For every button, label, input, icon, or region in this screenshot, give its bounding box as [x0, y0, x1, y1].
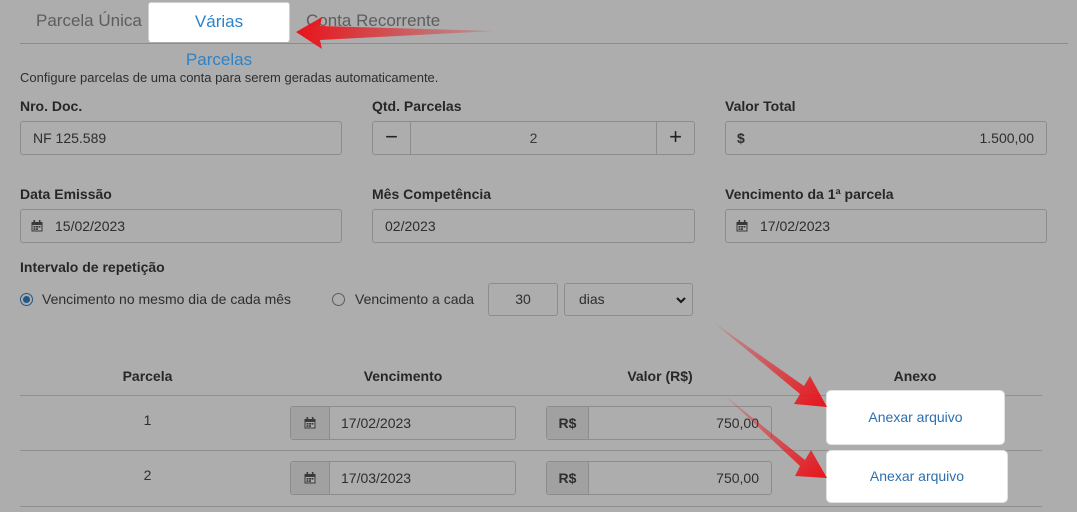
calendar-addon[interactable]	[291, 407, 330, 439]
nro-doc-label: Nro. Doc.	[20, 98, 83, 114]
nro-doc-value: NF 125.589	[33, 130, 107, 146]
qtd-parcelas-input[interactable]: 2	[411, 122, 656, 154]
col-header-valor: Valor (R$)	[627, 368, 693, 384]
qtd-parcelas-label: Qtd. Parcelas	[372, 98, 462, 114]
radio-same-day-label[interactable]: Vencimento no mesmo dia de cada mês	[42, 291, 291, 307]
currency-addon: R$	[547, 462, 589, 494]
valor-total-field[interactable]: $ 1.500,00	[725, 121, 1047, 155]
vencimento-1-value: 17/02/2023	[760, 218, 831, 234]
calendar-icon	[736, 220, 748, 232]
row-1-vencimento-value: 17/02/2023	[341, 415, 412, 431]
valor-total-label: Valor Total	[725, 98, 796, 114]
calendar-icon	[304, 417, 316, 429]
row-1-valor-field[interactable]: R$ 750,00	[546, 406, 772, 440]
row-2-valor-value: 750,00	[716, 470, 759, 486]
calendar-addon[interactable]	[291, 462, 330, 494]
currency-addon: R$	[547, 407, 589, 439]
row-2-parcela: 2	[143, 467, 152, 483]
chevron-down-icon	[676, 297, 686, 304]
radio-every[interactable]	[332, 293, 345, 306]
col-header-vencimento: Vencimento	[363, 368, 443, 384]
increment-button[interactable]: +	[656, 122, 694, 154]
mes-competencia-value: 02/2023	[385, 218, 436, 234]
row-1-parcela: 1	[143, 412, 152, 428]
table-divider	[20, 506, 1042, 507]
data-emissao-label: Data Emissão	[20, 186, 112, 202]
intervalo-label: Intervalo de repetição	[20, 259, 165, 275]
data-emissao-field[interactable]: 15/02/2023	[20, 209, 342, 243]
tab-conta-recorrente[interactable]: Conta Recorrente	[290, 2, 456, 43]
decrement-button[interactable]: −	[373, 122, 411, 154]
vencimento-1-label: Vencimento da 1ª parcela	[725, 186, 894, 202]
qtd-parcelas-stepper: − 2 +	[372, 121, 695, 155]
row-2-valor-field[interactable]: R$ 750,00	[546, 461, 772, 495]
radio-same-day[interactable]	[20, 293, 33, 306]
valor-total-value: 1.500,00	[979, 130, 1035, 146]
row-2-vencimento-value: 17/03/2023	[341, 470, 412, 486]
col-header-anexo: Anexo	[893, 368, 937, 384]
mes-competencia-label: Mês Competência	[372, 186, 492, 202]
calendar-icon	[304, 472, 316, 484]
row-1-valor-value: 750,00	[716, 415, 759, 431]
row-2-attach-button[interactable]: Anexar arquivo	[827, 451, 1007, 502]
col-header-parcela: Parcela	[122, 368, 173, 384]
data-emissao-value: 15/02/2023	[55, 218, 126, 234]
row-1-vencimento-field[interactable]: 17/02/2023	[290, 406, 516, 440]
row-1-attach-button[interactable]: Anexar arquivo	[827, 391, 1004, 444]
row-2-vencimento-field[interactable]: 17/03/2023	[290, 461, 516, 495]
mes-competencia-field[interactable]: 02/2023	[372, 209, 695, 243]
calendar-icon	[31, 220, 43, 232]
currency-symbol: $	[737, 130, 745, 146]
tab-varias-parcelas[interactable]: Várias Parcelas	[148, 2, 290, 69]
interval-days-input[interactable]: 30	[488, 283, 558, 316]
nro-doc-field[interactable]: NF 125.589	[20, 121, 342, 155]
interval-unit-value: dias	[579, 291, 605, 307]
interval-unit-select[interactable]: dias	[564, 283, 693, 316]
vencimento-1-field[interactable]: 17/02/2023	[725, 209, 1047, 243]
tab-parcela-unica[interactable]: Parcela Única	[20, 2, 158, 43]
radio-every-label[interactable]: Vencimento a cada	[355, 291, 474, 307]
